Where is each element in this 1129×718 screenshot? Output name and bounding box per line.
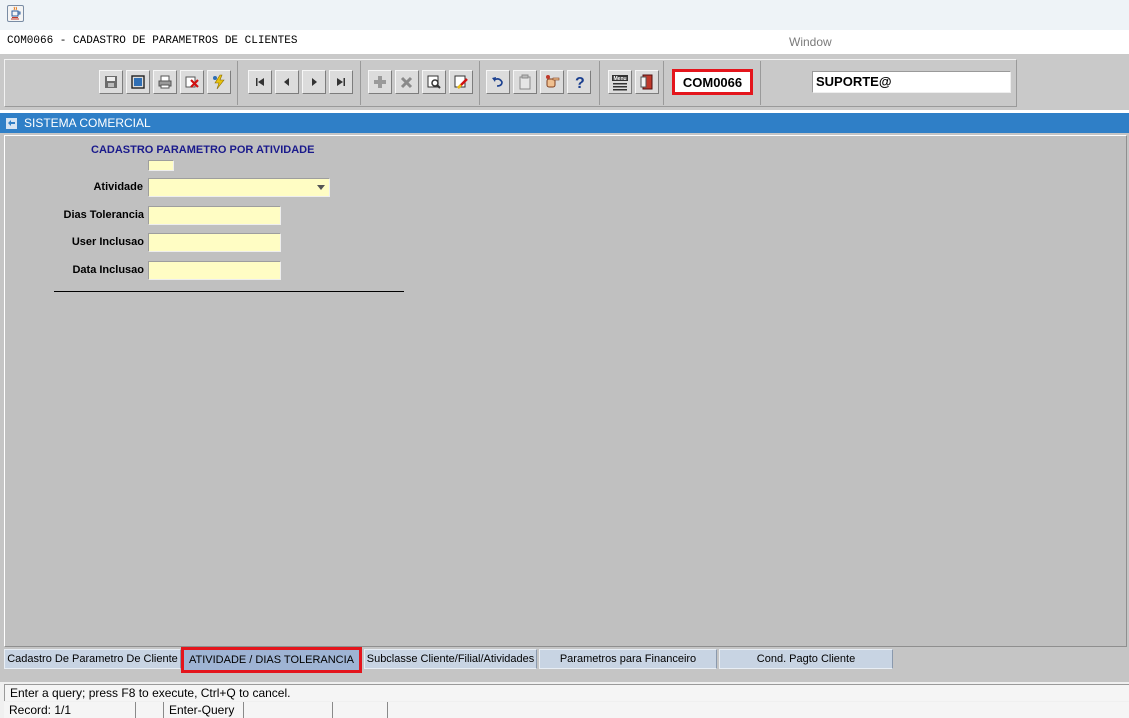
enter-query-icon[interactable] bbox=[422, 70, 446, 94]
lightning-icon[interactable] bbox=[207, 70, 231, 94]
user-inclusao-input[interactable] bbox=[148, 233, 281, 252]
svg-text:?: ? bbox=[575, 75, 585, 90]
java-coffee-icon bbox=[7, 5, 24, 22]
atividade-label: Atividade bbox=[93, 181, 143, 193]
delete-record-icon[interactable] bbox=[395, 70, 419, 94]
save-icon[interactable] bbox=[99, 70, 123, 94]
first-record-icon[interactable] bbox=[248, 70, 272, 94]
status-message: Enter a query; press F8 to execute, Ctrl… bbox=[4, 684, 1129, 701]
hand-point-icon[interactable] bbox=[540, 70, 564, 94]
toolbar-separator bbox=[599, 61, 600, 105]
tab-parametros-financeiro[interactable]: Parametros para Financeiro bbox=[539, 649, 717, 669]
toolbar-separator bbox=[663, 61, 664, 105]
print-preview-icon[interactable] bbox=[126, 70, 150, 94]
toolbar-separator bbox=[479, 61, 480, 105]
next-record-icon[interactable] bbox=[302, 70, 326, 94]
record-indicator-field[interactable] bbox=[148, 160, 174, 171]
tab-subclasse-cliente[interactable]: Subclasse Cliente/Filial/Atividades bbox=[364, 649, 537, 669]
oracle-window-icon bbox=[6, 118, 17, 129]
status-cell-empty bbox=[333, 702, 388, 718]
toolbar-group-records bbox=[368, 70, 473, 98]
divider bbox=[54, 291, 404, 292]
status-mode: Enter-Query bbox=[164, 702, 244, 718]
user-inclusao-label: User Inclusao bbox=[71, 236, 144, 248]
help-icon[interactable]: ? bbox=[567, 70, 591, 94]
data-inclusao-input[interactable] bbox=[148, 261, 281, 280]
form-code-field: COM0066 bbox=[672, 69, 753, 95]
form-caption: COM0066 - CADASTRO DE PARAMETROS DE CLIE… bbox=[7, 35, 298, 47]
chevron-down-icon[interactable] bbox=[314, 180, 328, 195]
section-title: CADASTRO PARAMETRO POR ATIVIDADE bbox=[91, 144, 315, 156]
undo-icon[interactable] bbox=[486, 70, 510, 94]
atividade-combobox[interactable] bbox=[148, 178, 330, 197]
dias-tolerancia-label: Dias Tolerancia bbox=[63, 209, 145, 221]
svg-text:Menu: Menu bbox=[614, 76, 627, 82]
menu-item-window[interactable]: Window bbox=[789, 35, 832, 49]
exit-door-icon[interactable] bbox=[635, 70, 659, 94]
toolbar-group-menu: Menu bbox=[608, 70, 659, 98]
menu-bar: COM0066 - CADASTRO DE PARAMETROS DE CLIE… bbox=[0, 30, 1129, 54]
data-inclusao-label: Data Inclusao bbox=[72, 264, 144, 276]
window-title-bar: SISTEMA COMERCIAL bbox=[0, 113, 1129, 133]
menu-icon[interactable]: Menu bbox=[608, 70, 632, 94]
tab-cond-pagto-cliente[interactable]: Cond. Pagto Cliente bbox=[719, 649, 893, 669]
clipboard-icon[interactable] bbox=[513, 70, 537, 94]
status-bar: Record: 1/1 Enter-Query bbox=[4, 702, 1129, 718]
toolbar-separator bbox=[760, 61, 761, 105]
tab-cadastro-parametro-cliente[interactable]: Cadastro De Parametro De Cliente bbox=[4, 649, 181, 669]
title-bar bbox=[0, 0, 1129, 30]
tab-atividade-dias-tolerancia[interactable]: ATIVIDADE / DIAS TOLERANCIA bbox=[181, 647, 362, 673]
status-cell-empty bbox=[244, 702, 333, 718]
toolbar-group-navigation bbox=[248, 70, 353, 98]
print-icon[interactable] bbox=[153, 70, 177, 94]
user-field: SUPORTE@ bbox=[812, 71, 1011, 93]
toolbar-group-file bbox=[99, 70, 231, 98]
insert-record-icon[interactable] bbox=[368, 70, 392, 94]
previous-record-icon[interactable] bbox=[275, 70, 299, 94]
status-record: Record: 1/1 bbox=[4, 702, 136, 718]
cancel-query-icon[interactable] bbox=[449, 70, 473, 94]
dias-tolerancia-input[interactable] bbox=[148, 206, 281, 225]
toolbar-separator bbox=[360, 61, 361, 105]
toolbar-group-edit: ? bbox=[486, 70, 591, 98]
exit-icon[interactable] bbox=[180, 70, 204, 94]
window-title: SISTEMA COMERCIAL bbox=[24, 116, 151, 130]
status-cell-empty bbox=[136, 702, 164, 718]
toolbar-separator bbox=[237, 61, 238, 105]
last-record-icon[interactable] bbox=[329, 70, 353, 94]
